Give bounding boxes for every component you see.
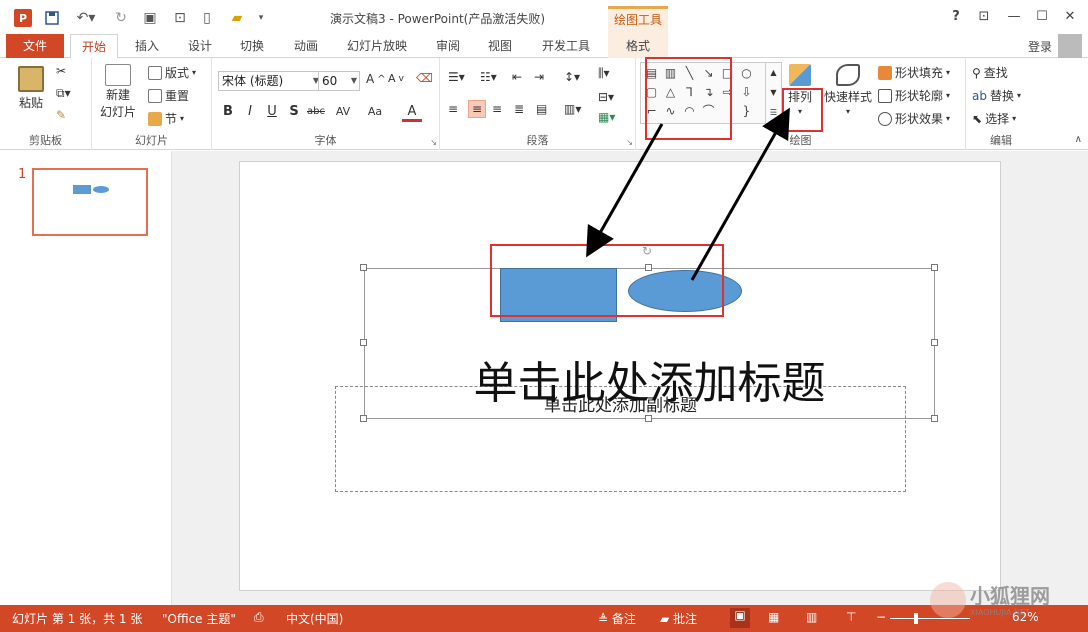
watermark-domain: XIAOHUJIA.NET (970, 608, 1030, 617)
zoom-out-icon[interactable]: − (876, 610, 886, 624)
slideshow-view-icon[interactable]: ⊤ (846, 610, 856, 624)
slide-counter: 幻灯片 第 1 张，共 1 张 (12, 612, 143, 626)
notes-button[interactable]: ≜ 备注 (598, 610, 636, 627)
watermark: 小狐狸网 XIAOHUJIA.NET (930, 578, 1080, 626)
zoom-slider-thumb[interactable] (914, 613, 918, 624)
spellcheck-icon[interactable]: ⎙ (254, 610, 264, 625)
annotation-arrows (586, 107, 790, 281)
arrow-to-slide-shapes (586, 123, 664, 258)
slide-sorter-icon[interactable]: ▦ (768, 610, 779, 624)
comment-icon: ▰ (660, 612, 674, 626)
fox-logo-icon (930, 582, 966, 618)
notes-icon: ≜ (598, 612, 612, 626)
watermark-text: 小狐狸网 (970, 584, 1050, 608)
normal-view-icon[interactable]: ▣ (730, 608, 750, 628)
status-bar: 幻灯片 第 1 张，共 1 张 "Office 主题" ⎙ 中文(中国) ≜ 备… (0, 605, 1088, 632)
arrow-to-arrange (690, 107, 790, 281)
theme-name: "Office 主题" (162, 612, 236, 626)
reading-view-icon[interactable]: ▥ (806, 610, 817, 624)
comments-button[interactable]: ▰ 批注 (660, 610, 697, 627)
language-indicator[interactable]: 中文(中国) (286, 610, 343, 627)
